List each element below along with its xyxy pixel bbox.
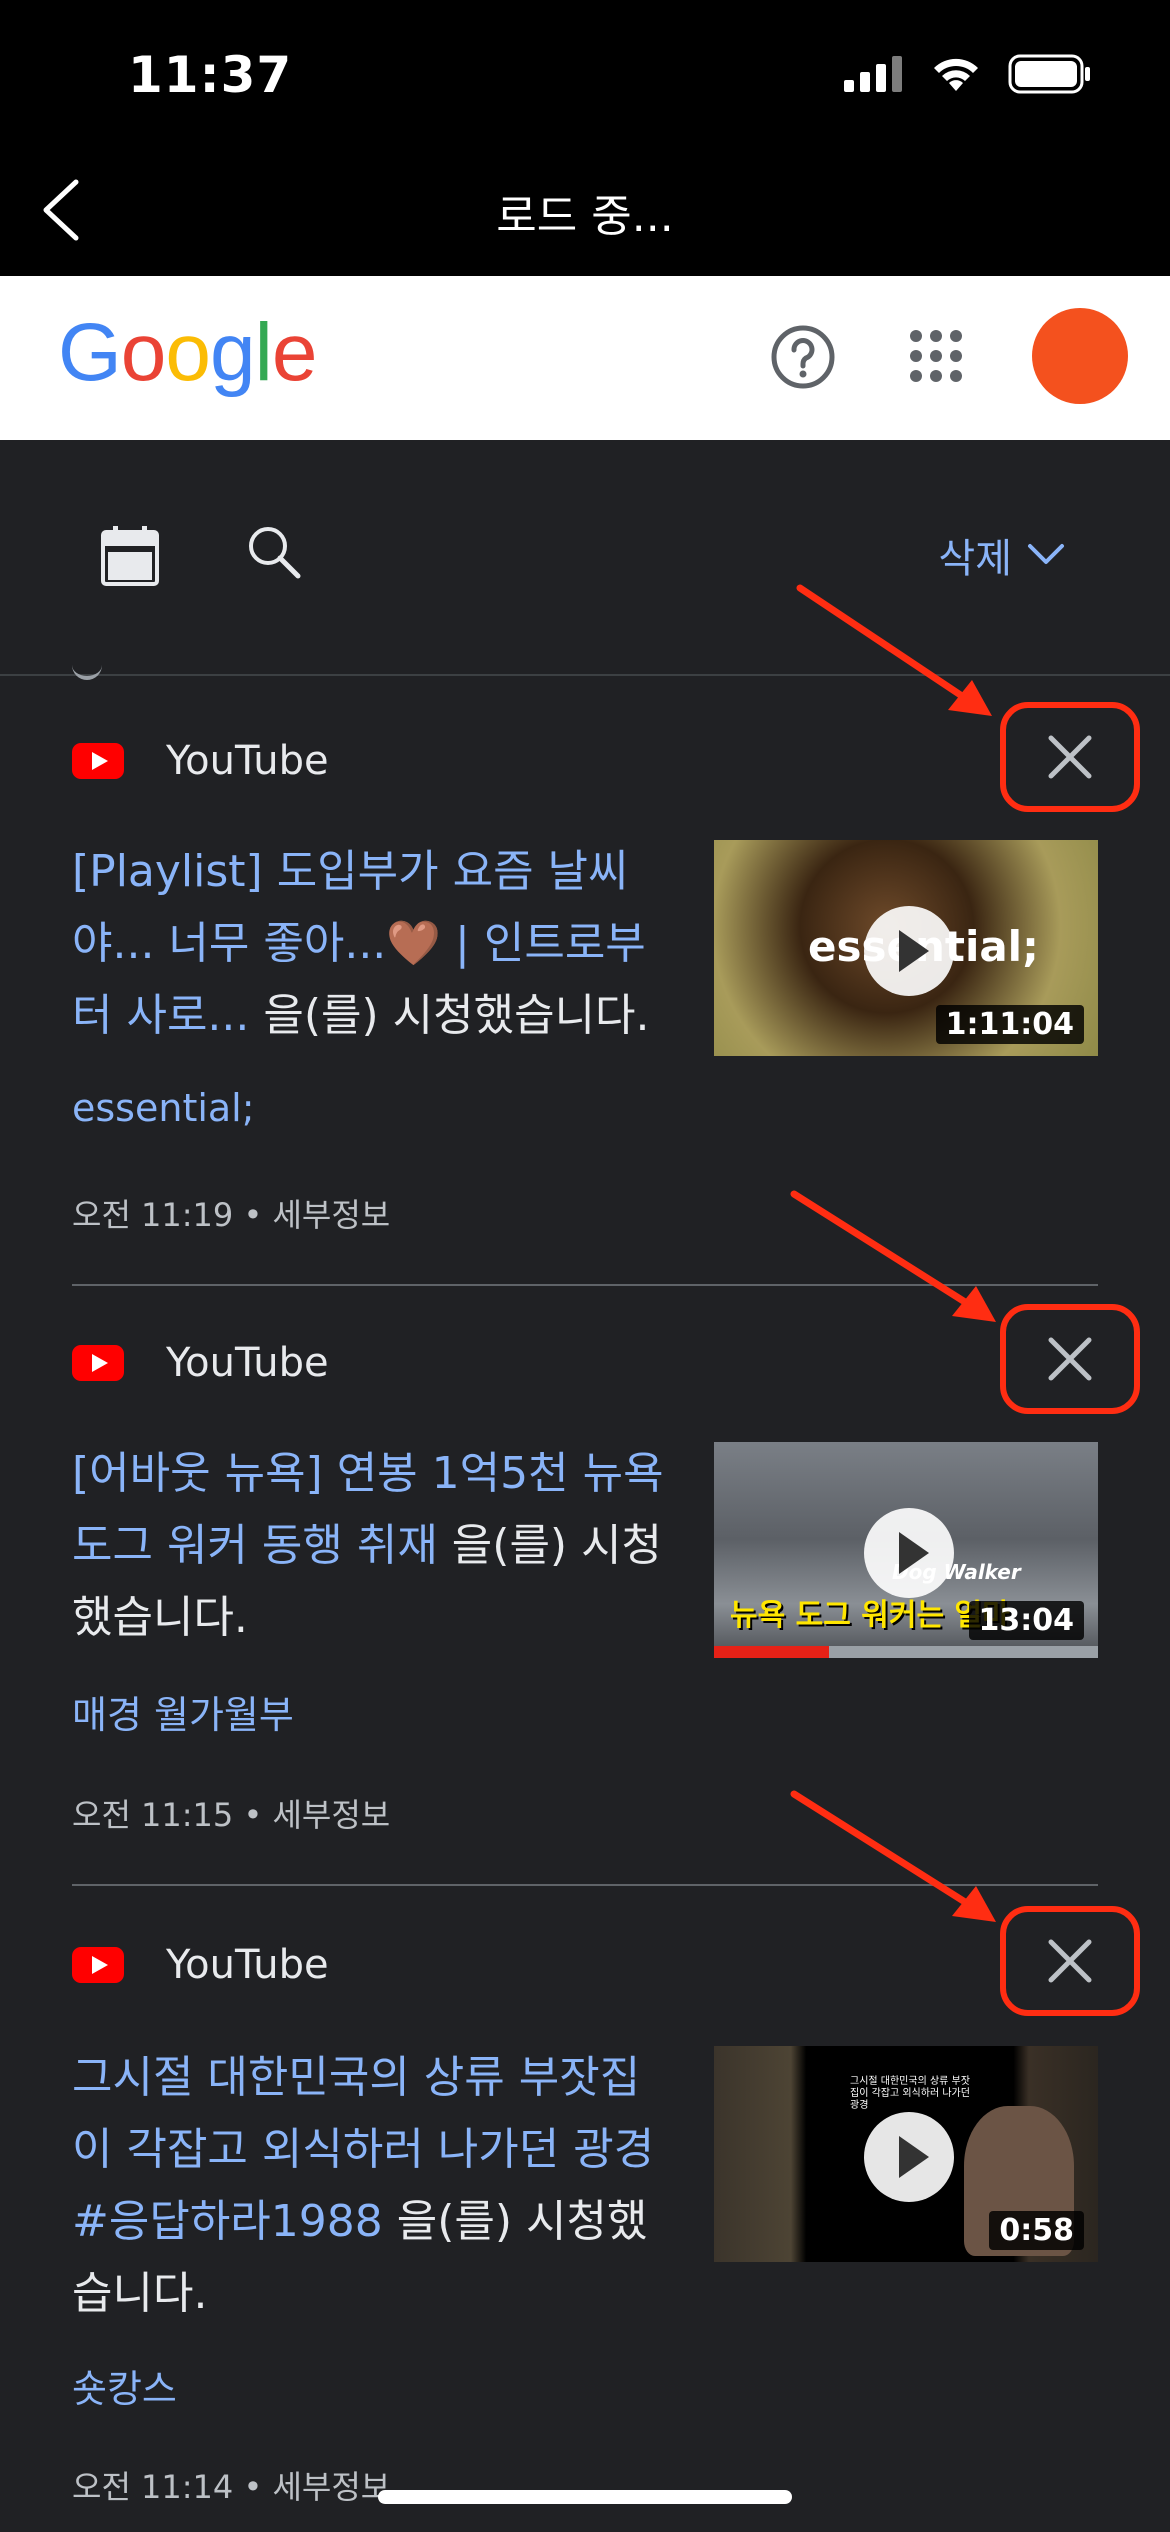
status-icons (844, 54, 1092, 94)
thumbnail-text: 그시절 대한민국의 상류 부잣집이 각잡고 외식하러 나가던 광경 (850, 2076, 970, 2111)
status-bar: 11:37 (0, 0, 1170, 150)
item-meta[interactable]: 오전 11:14 • 세부정보 (72, 2462, 390, 2508)
annotation-arrow (790, 1790, 996, 1922)
source-label: YouTube (166, 1340, 329, 1386)
watch-progress-fill (714, 1646, 830, 1658)
channel-link[interactable]: 숏캉스 (72, 2358, 177, 2413)
item-source: YouTube (72, 1340, 329, 1386)
search-icon[interactable] (244, 522, 304, 582)
home-indicator[interactable] (378, 2490, 792, 2504)
annotation-arrow (790, 1190, 996, 1322)
video-duration: 0:58 (989, 2211, 1084, 2250)
youtube-icon (72, 1345, 124, 1381)
delete-item-button[interactable] (1000, 1906, 1140, 2016)
delete-label: 삭제 (938, 536, 1012, 582)
delete-item-button[interactable] (1000, 702, 1140, 812)
cellular-signal-icon (844, 56, 902, 92)
channel-link[interactable]: essential; (72, 1086, 255, 1130)
close-icon (1048, 735, 1092, 779)
logo-letter: e (271, 307, 318, 398)
video-thumbnail[interactable]: Dog Walker 뉴욕 도그 워커는 얼마 13:04 (714, 1442, 1098, 1658)
google-header: Google (0, 276, 1170, 440)
play-icon (864, 1508, 954, 1598)
logo-letter: o (165, 307, 211, 398)
youtube-icon (72, 743, 124, 779)
delete-item-button[interactable] (1000, 1304, 1140, 1414)
delete-menu-button[interactable]: 삭제 (938, 526, 1066, 584)
logo-letter: G (58, 307, 122, 398)
logo-letter: l (254, 307, 273, 398)
close-icon (1048, 1939, 1092, 1983)
nav-title: 로드 중... (496, 191, 674, 242)
item-title: 그시절 대한민국의 상류 부잣집이 각잡고 외식하러 나가던 광경 #응답하라1… (72, 2042, 672, 2330)
chevron-down-icon (1028, 544, 1064, 564)
video-thumbnail[interactable]: essential; 1:11:04 (714, 840, 1098, 1056)
status-time: 11:37 (128, 46, 293, 104)
play-icon (864, 2112, 954, 2202)
source-label: YouTube (166, 738, 329, 784)
calendar-icon[interactable] (100, 524, 160, 588)
item-title: [Playlist] 도입부가 요즘 날씨야... 너무 좋아...🤎 | 인트… (72, 836, 672, 1052)
item-title: [어바웃 뉴욕] 연봉 1억5천 뉴욕 도그 워커 동행 취재 을(를) 시청했… (72, 1438, 672, 1654)
item-meta[interactable]: 오전 11:19 • 세부정보 (72, 1190, 390, 1236)
nav-bar: 로드 중... (0, 150, 1170, 276)
channel-link[interactable]: 매경 월가월부 (72, 1684, 294, 1739)
play-icon (864, 906, 954, 996)
item-source: YouTube (72, 738, 329, 784)
logo-letter: o (120, 307, 167, 398)
google-logo[interactable]: Google (58, 306, 318, 400)
annotation-arrow (796, 584, 992, 716)
close-icon (1048, 1337, 1092, 1381)
logo-letter: g (210, 307, 256, 398)
watch-progress-track (714, 1646, 1098, 1658)
video-thumbnail[interactable]: 그시절 대한민국의 상류 부잣집이 각잡고 외식하러 나가던 광경 0:58 (714, 2046, 1098, 2262)
video-duration: 13:04 (968, 1601, 1084, 1640)
battery-icon (1008, 54, 1090, 94)
youtube-icon (72, 1947, 124, 1983)
item-meta[interactable]: 오전 11:15 • 세부정보 (72, 1790, 390, 1836)
video-duration: 1:11:04 (935, 1005, 1084, 1044)
previous-item-edge (72, 656, 102, 680)
source-label: YouTube (166, 1942, 329, 1988)
avatar[interactable] (1032, 308, 1128, 404)
wifi-icon (934, 58, 978, 91)
apps-grid-icon[interactable] (906, 326, 966, 386)
title-suffix: 을(를) 시청했습니다. (249, 990, 650, 1041)
item-source: YouTube (72, 1942, 329, 1988)
help-icon[interactable] (770, 324, 836, 390)
thumbnail-text: 뉴욕 도그 워커는 얼마 (730, 1598, 1010, 1633)
